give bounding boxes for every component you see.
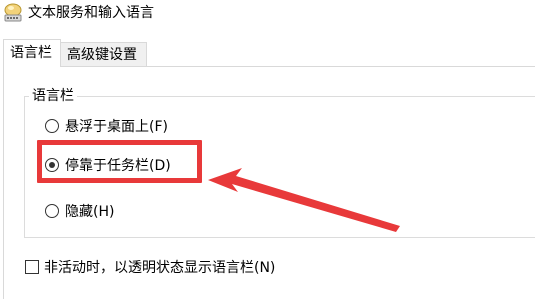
checkbox-label: 非活动时，以透明状态显示语言栏(N): [44, 260, 276, 276]
tab-strip: 语言栏 高级键设置: [0, 39, 535, 67]
title-bar: 文本服务和输入语言: [0, 0, 535, 26]
radio-button[interactable]: [45, 204, 59, 218]
transparency-checkbox[interactable]: [25, 260, 39, 274]
radio-label: 悬浮于桌面上(F): [65, 119, 168, 135]
tab-advanced-key-settings[interactable]: 高级键设置: [61, 42, 147, 67]
annotation-highlight-box: [37, 140, 202, 183]
keyboard-language-icon: [4, 3, 22, 22]
radio-hidden[interactable]: 隐藏(H): [45, 200, 114, 222]
radio-button[interactable]: [45, 119, 59, 133]
radio-float-on-desktop[interactable]: 悬浮于桌面上(F): [45, 115, 168, 137]
radio-label: 隐藏(H): [65, 204, 115, 220]
text-services-dialog: 文本服务和输入语言 语言栏 高级键设置 语言栏 悬浮于桌面上(F) 停靠于任务栏…: [0, 0, 535, 299]
groupbox-legend: 语言栏: [29, 86, 77, 106]
window-title: 文本服务和输入语言: [28, 5, 154, 21]
transparency-checkbox-row[interactable]: 非活动时，以透明状态显示语言栏(N): [25, 256, 275, 278]
tab-language-bar[interactable]: 语言栏: [3, 39, 61, 67]
